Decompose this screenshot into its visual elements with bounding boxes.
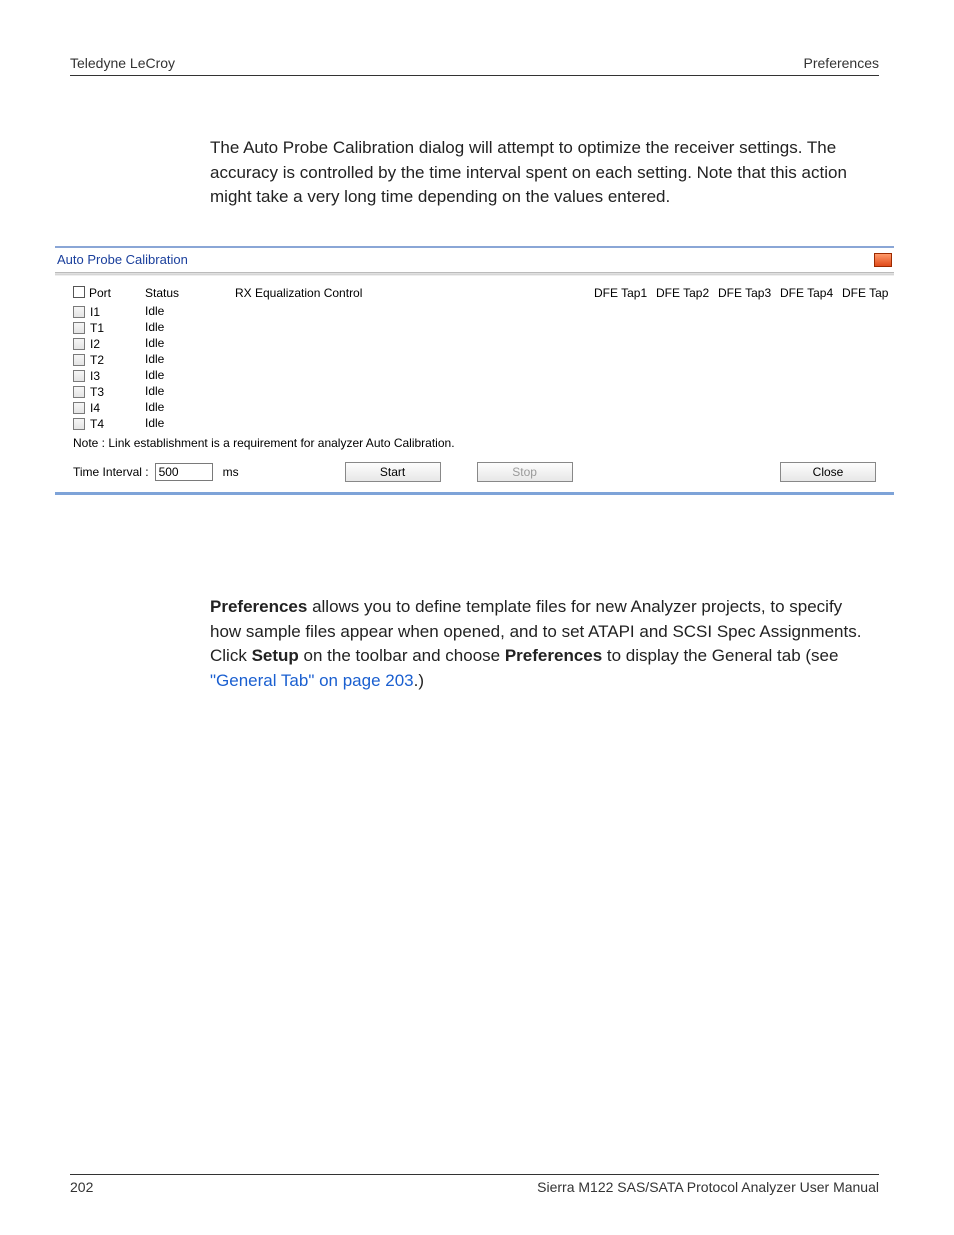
dialog-title: Auto Probe Calibration bbox=[57, 252, 188, 267]
status-cell: Idle bbox=[145, 352, 235, 368]
general-tab-link[interactable]: "General Tab" on page 203 bbox=[210, 671, 414, 690]
select-all-checkbox[interactable] bbox=[73, 286, 85, 298]
column-header-dfe3: DFE Tap3 bbox=[718, 286, 780, 300]
footer-title: Sierra M122 SAS/SATA Protocol Analyzer U… bbox=[537, 1179, 879, 1195]
column-header-dfe5: DFE Tap bbox=[842, 286, 888, 300]
port-row: I4 bbox=[73, 400, 145, 416]
port-checkbox[interactable] bbox=[73, 402, 85, 414]
port-checkbox[interactable] bbox=[73, 418, 85, 430]
status-cell: Idle bbox=[145, 336, 235, 352]
port-row: I1 bbox=[73, 304, 145, 320]
prefs-bold-setup: Setup bbox=[252, 646, 299, 665]
column-header-dfe2: DFE Tap2 bbox=[656, 286, 718, 300]
column-header-port: Port bbox=[73, 286, 145, 300]
page-footer: 202 Sierra M122 SAS/SATA Protocol Analyz… bbox=[70, 1174, 879, 1195]
column-header-dfe1: DFE Tap1 bbox=[594, 286, 656, 300]
port-row: I2 bbox=[73, 336, 145, 352]
close-icon[interactable] bbox=[874, 253, 892, 267]
time-interval-unit: ms bbox=[223, 465, 239, 479]
stop-button[interactable]: Stop bbox=[477, 462, 573, 482]
status-cell: Idle bbox=[145, 416, 235, 432]
column-header-status: Status bbox=[145, 286, 235, 300]
start-button[interactable]: Start bbox=[345, 462, 441, 482]
close-button[interactable]: Close bbox=[780, 462, 876, 482]
auto-probe-calibration-dialog: Auto Probe Calibration Port I1 T1 I2 T2 … bbox=[55, 246, 894, 495]
header-left: Teledyne LeCroy bbox=[70, 55, 175, 71]
preferences-paragraph: Preferences allows you to define templat… bbox=[210, 595, 869, 694]
status-cell: Idle bbox=[145, 400, 235, 416]
port-row: T4 bbox=[73, 416, 145, 432]
port-checkbox[interactable] bbox=[73, 370, 85, 382]
port-checkbox[interactable] bbox=[73, 354, 85, 366]
dialog-note: Note : Link establishment is a requireme… bbox=[55, 434, 894, 458]
port-row: T2 bbox=[73, 352, 145, 368]
status-cell: Idle bbox=[145, 304, 235, 320]
prefs-bold1: Preferences bbox=[210, 597, 307, 616]
intro-paragraph: The Auto Probe Calibration dialog will a… bbox=[210, 136, 869, 210]
page-number: 202 bbox=[70, 1179, 93, 1195]
port-checkbox[interactable] bbox=[73, 338, 85, 350]
time-interval-input[interactable] bbox=[155, 463, 213, 481]
status-cell: Idle bbox=[145, 384, 235, 400]
port-row: T3 bbox=[73, 384, 145, 400]
status-cell: Idle bbox=[145, 368, 235, 384]
port-row: I3 bbox=[73, 368, 145, 384]
column-header-dfe4: DFE Tap4 bbox=[780, 286, 842, 300]
column-header-rx: RX Equalization Control bbox=[235, 286, 594, 300]
header-right: Preferences bbox=[804, 55, 879, 71]
prefs-bold-preferences: Preferences bbox=[505, 646, 602, 665]
status-cell: Idle bbox=[145, 320, 235, 336]
port-checkbox[interactable] bbox=[73, 306, 85, 318]
port-checkbox[interactable] bbox=[73, 386, 85, 398]
port-row: T1 bbox=[73, 320, 145, 336]
time-interval-label: Time Interval : bbox=[73, 465, 149, 479]
page-header: Teledyne LeCroy Preferences bbox=[70, 55, 879, 76]
port-checkbox[interactable] bbox=[73, 322, 85, 334]
